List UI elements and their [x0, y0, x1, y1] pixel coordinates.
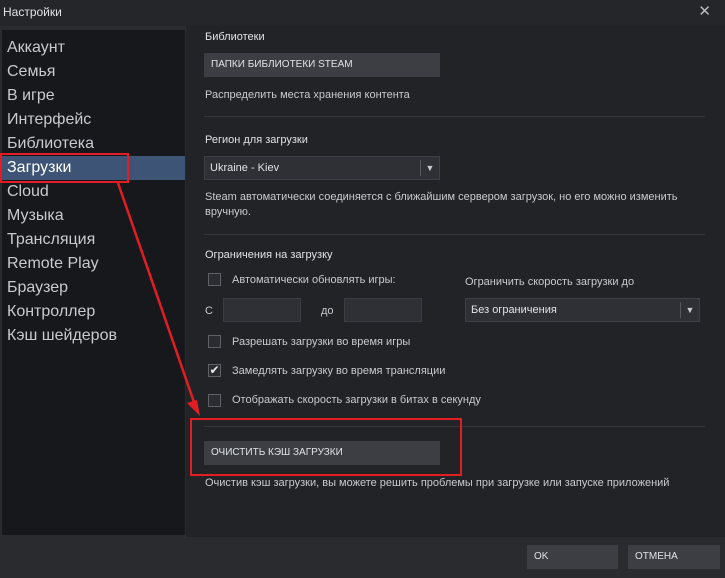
cache-description: Очистив кэш загрузки, вы можете решить п…: [205, 477, 670, 489]
speed-limit-label: Ограничить скорость загрузки до: [465, 276, 635, 288]
divider: [204, 426, 705, 427]
throttle-stream-checkbox[interactable]: ✔: [208, 364, 221, 377]
auto-update-label: Автоматически обновлять игры:: [232, 274, 396, 286]
sidebar-item-account[interactable]: Аккаунт: [2, 36, 185, 60]
region-select[interactable]: Ukraine - Kiev ▼: [204, 156, 440, 180]
sidebar-item-cloud[interactable]: Cloud: [2, 180, 185, 204]
title-bar: Настройки ✕: [0, 0, 725, 26]
speed-limit-select[interactable]: Без ограничения ▼: [465, 298, 700, 322]
library-folders-button[interactable]: ПАПКИ БИБЛИОТЕКИ STEAM: [204, 53, 440, 77]
sidebar-item-browser[interactable]: Браузер: [2, 276, 185, 300]
region-selected-value: Ukraine - Kiev: [210, 162, 280, 174]
sidebar-item-controller[interactable]: Контроллер: [2, 300, 185, 324]
sidebar-item-interface[interactable]: Интерфейс: [2, 108, 185, 132]
region-title: Регион для загрузки: [205, 134, 308, 146]
show-bits-checkbox[interactable]: [208, 394, 221, 407]
divider: [204, 116, 705, 117]
divider: [204, 234, 705, 235]
chevron-down-icon[interactable]: ▼: [420, 160, 439, 176]
sidebar-item-in-game[interactable]: В игре: [2, 84, 185, 108]
from-label: С: [205, 305, 213, 317]
to-label: до: [321, 305, 334, 317]
to-time-input[interactable]: [344, 298, 422, 322]
sidebar: Аккаунт Семья В игре Интерфейс Библиотек…: [2, 30, 185, 535]
cancel-button[interactable]: ОТМЕНА: [628, 545, 720, 569]
libraries-description: Распределить места хранения контента: [205, 89, 410, 101]
throttle-stream-label: Замедлять загрузку во время трансляции: [232, 365, 446, 377]
sidebar-item-shader-cache[interactable]: Кэш шейдеров: [2, 324, 185, 348]
sidebar-item-music[interactable]: Музыка: [2, 204, 185, 228]
chevron-down-icon[interactable]: ▼: [680, 302, 699, 318]
close-icon[interactable]: ✕: [698, 4, 711, 20]
allow-during-game-label: Разрешать загрузки во время игры: [232, 336, 411, 348]
sidebar-item-library[interactable]: Библиотека: [2, 132, 185, 156]
limits-title: Ограничения на загрузку: [205, 249, 333, 261]
show-bits-label: Отображать скорость загрузки в битах в с…: [232, 394, 481, 406]
auto-update-checkbox[interactable]: [208, 273, 221, 286]
libraries-title: Библиотеки: [205, 31, 265, 43]
window-title: Настройки: [3, 5, 62, 19]
sidebar-item-family[interactable]: Семья: [2, 60, 185, 84]
sidebar-item-remote-play[interactable]: Remote Play: [2, 252, 185, 276]
ok-button[interactable]: OK: [527, 545, 618, 569]
clear-download-cache-button[interactable]: ОЧИСТИТЬ КЭШ ЗАГРУЗКИ: [204, 441, 440, 465]
settings-panel: Библиотеки ПАПКИ БИБЛИОТЕКИ STEAM Распре…: [186, 26, 725, 537]
from-time-input[interactable]: [223, 298, 301, 322]
sidebar-item-downloads[interactable]: Загрузки: [2, 156, 185, 180]
allow-during-game-checkbox[interactable]: [208, 335, 221, 348]
sidebar-item-broadcast[interactable]: Трансляция: [2, 228, 185, 252]
speed-limit-selected-value: Без ограничения: [471, 304, 557, 316]
check-icon: ✔: [209, 363, 220, 377]
region-description: Steam автоматически соединяется с ближай…: [205, 191, 678, 218]
